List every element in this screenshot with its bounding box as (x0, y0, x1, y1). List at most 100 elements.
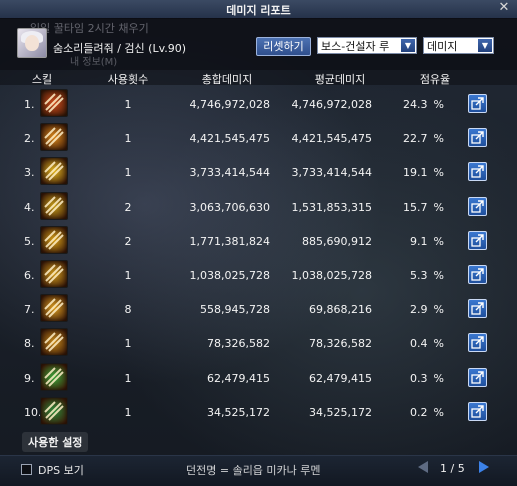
row-uses: 2 (124, 234, 132, 248)
row-total-damage: 1,038,025,728 (189, 269, 270, 282)
table-row: 4. 2 3,063,706,630 1,531,853,315 15.7% (0, 190, 517, 223)
table-row: 9. 1 62,479,415 62,479,415 0.3% (0, 361, 517, 394)
row-share: 22.7% (390, 132, 444, 145)
detail-button[interactable] (468, 333, 487, 353)
row-share: 5.3% (390, 269, 444, 282)
row-share-unit: % (433, 234, 444, 248)
table-row: 1. 1 4,746,972,028 4,746,972,028 24.3% (0, 87, 517, 120)
row-rank: 8. (24, 337, 35, 351)
detail-button[interactable] (468, 94, 487, 113)
row-share: 0.4% (390, 337, 444, 350)
row-average-damage: 3,733,414,544 (291, 166, 372, 180)
prev-page-icon[interactable] (418, 461, 428, 473)
row-total-damage: 34,525,172 (207, 405, 270, 419)
burst-skill-icon (40, 89, 68, 117)
twin-blade-icon (40, 294, 68, 323)
saved-settings-button[interactable]: 사용한 설정 (22, 432, 89, 452)
header-avg: 평균데미지 (314, 73, 366, 86)
row-average-damage: 4,421,545,475 (291, 132, 372, 146)
page-indicator: 1 / 5 (440, 462, 465, 475)
row-rank: 5. (24, 234, 35, 248)
row-average-damage: 1,531,853,315 (291, 200, 372, 214)
chevron-down-icon: ▼ (478, 39, 492, 52)
row-total-damage: 62,479,415 (207, 371, 270, 385)
flow-glyph-icon (40, 260, 68, 288)
row-average-damage: 34,525,172 (309, 405, 372, 419)
row-uses: 8 (124, 303, 132, 317)
row-average-damage: 62,479,415 (309, 371, 372, 385)
row-uses: 1 (124, 371, 132, 385)
row-share-value: 22.7 (403, 132, 428, 146)
boss-select-value: 보스-건설자 루 (321, 40, 390, 53)
table-row: 5. 2 1,771,381,824 885,690,912 9.1% (0, 224, 517, 257)
detail-button[interactable] (468, 299, 487, 319)
thrust-icon (40, 328, 68, 357)
row-share: 0.3% (390, 372, 444, 385)
row-uses: 1 (124, 269, 132, 282)
close-icon[interactable]: ✕ (497, 1, 511, 15)
flame-slash-icon (40, 123, 68, 152)
table-row: 10. 1 34,525,172 34,525,172 0.2% (0, 395, 517, 428)
dps-checkbox[interactable] (21, 464, 32, 475)
row-share-unit: % (433, 337, 444, 351)
row-uses: 1 (124, 166, 132, 180)
row-share-value: 0.3 (410, 371, 428, 385)
next-page-icon[interactable] (479, 461, 489, 473)
moon-blade-icon (40, 225, 68, 254)
row-uses: 1 (124, 405, 132, 419)
row-total-damage: 558,945,728 (200, 303, 270, 317)
row-rank: 3. (24, 166, 35, 180)
detail-button[interactable] (468, 128, 487, 148)
row-total-damage: 1,771,381,824 (189, 234, 270, 248)
table-row: 3. 1 3,733,414,544 3,733,414,544 19.1% (0, 155, 517, 188)
row-rank: 9. (24, 371, 35, 385)
row-total-damage: 3,733,414,544 (189, 166, 270, 180)
boss-select[interactable]: 보스-건설자 루 ▼ (317, 37, 417, 54)
metric-select-value: 데미지 (427, 40, 458, 53)
table-row: 7. 8 558,945,728 69,868,216 2.9% (0, 292, 517, 325)
table-row: 2. 1 4,421,545,475 4,421,545,475 22.7% (0, 121, 517, 154)
window-titlebar: 데미지 리포트 ✕ (0, 0, 517, 19)
reset-button[interactable]: 리셋하기 (256, 37, 311, 56)
row-share-value: 0.2 (410, 405, 428, 419)
row-rank: 7. (24, 303, 35, 317)
detail-button[interactable] (468, 162, 487, 182)
chevron-down-icon: ▼ (401, 39, 415, 52)
row-share-value: 2.9 (410, 303, 428, 317)
metric-select[interactable]: 데미지 ▼ (423, 37, 494, 54)
dungeon-name: 던전명 = 솔리읍 미카나 루멘 (186, 464, 321, 477)
row-rank: 10. (24, 405, 42, 419)
row-uses: 1 (124, 337, 132, 351)
row-share: 9.1% (390, 235, 444, 248)
detail-button[interactable] (468, 367, 487, 387)
detail-button[interactable] (468, 196, 487, 216)
page-separator: / (450, 462, 455, 475)
row-share-unit: % (433, 98, 444, 111)
background-quest-text: 일일 꿀타임 2시간 채우기 (30, 22, 149, 35)
row-share-value: 24.3 (403, 98, 428, 111)
row-share: 0.2% (390, 406, 444, 419)
row-uses: 2 (124, 200, 132, 214)
header-uses: 사용횟수 (107, 73, 149, 86)
row-average-damage: 69,868,216 (309, 303, 372, 317)
row-share: 19.1% (390, 166, 444, 179)
detail-button[interactable] (468, 230, 487, 250)
row-share-value: 0.4 (410, 337, 428, 351)
row-rank: 4. (24, 200, 35, 214)
row-share-unit: % (433, 166, 444, 180)
row-average-damage: 1,038,025,728 (291, 269, 372, 282)
row-share-unit: % (433, 200, 444, 214)
detail-button[interactable] (468, 265, 487, 284)
row-share-unit: % (433, 269, 444, 282)
row-rank: 6. (24, 269, 35, 282)
green-strike-icon (40, 396, 68, 425)
detail-button[interactable] (468, 401, 487, 421)
dps-label: DPS 보기 (38, 464, 84, 477)
header-total: 총합데미지 (201, 73, 253, 86)
row-average-damage: 4,746,972,028 (291, 98, 372, 111)
row-share: 2.9% (390, 303, 444, 316)
window-title: 데미지 리포트 (226, 4, 291, 17)
row-share-unit: % (433, 303, 444, 317)
sword-flash-icon (40, 157, 68, 186)
row-share-unit: % (433, 371, 444, 385)
